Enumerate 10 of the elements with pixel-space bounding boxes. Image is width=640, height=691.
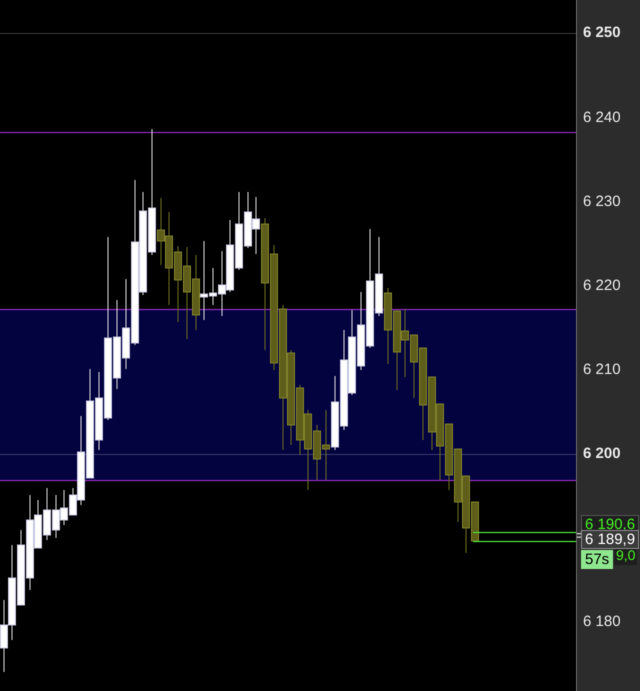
last-price-label: 6 189,9 — [581, 530, 640, 549]
price-axis-label: 6 220 — [583, 277, 621, 295]
price-axis-label: 6 180 — [583, 613, 621, 631]
price-marker-icon — [577, 532, 581, 539]
countdown-timer-label: 57s — [581, 550, 614, 569]
price-axis-label: 6 230 — [583, 193, 621, 211]
price-axis-label: 6 200 — [583, 445, 621, 463]
price-axis-label: 6 240 — [583, 109, 621, 127]
price-axis-label: 6 210 — [583, 361, 621, 379]
price-axis-label: 6 250 — [583, 24, 621, 42]
